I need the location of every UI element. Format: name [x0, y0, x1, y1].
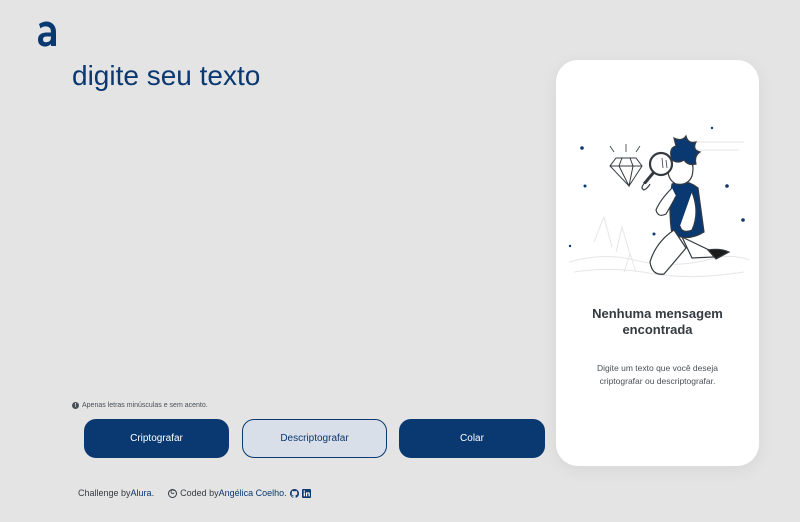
decrypt-button[interactable]: Descriptografar: [242, 419, 387, 458]
author-suffix: .: [284, 488, 287, 498]
author-link[interactable]: Angélica Coelho: [219, 488, 285, 498]
challenge-suffix: .: [151, 488, 155, 498]
person-magnifying-glass-illustration: [568, 126, 750, 278]
hint-text: Apenas letras minúsculas e sem acento.: [82, 402, 208, 409]
alura-link[interactable]: Alura: [131, 488, 152, 498]
challenge-prefix: Challenge by: [78, 488, 131, 498]
footer: Challenge by Alura . C Coded by Angélica…: [78, 488, 311, 498]
empty-state-title: Nenhuma mensagem encontrada: [592, 306, 723, 337]
page: ! Apenas letras minúsculas e sem acento.…: [0, 0, 800, 522]
github-icon[interactable]: [289, 488, 299, 498]
paste-button[interactable]: Colar: [399, 419, 545, 458]
linkedin-icon[interactable]: [301, 488, 311, 498]
message-input[interactable]: [72, 60, 532, 380]
coded-prefix: Coded by: [180, 488, 219, 498]
empty-state-text: Digite um texto que você deseja criptogr…: [597, 363, 718, 386]
alura-logo-icon[interactable]: [36, 18, 58, 48]
info-circle-icon: !: [72, 402, 79, 409]
output-panel: Nenhuma mensagem encontrada Digite um te…: [556, 60, 759, 466]
encrypt-button[interactable]: Criptografar: [84, 419, 229, 458]
copyright-icon: C: [168, 488, 178, 498]
input-hint: ! Apenas letras minúsculas e sem acento.: [72, 402, 208, 409]
